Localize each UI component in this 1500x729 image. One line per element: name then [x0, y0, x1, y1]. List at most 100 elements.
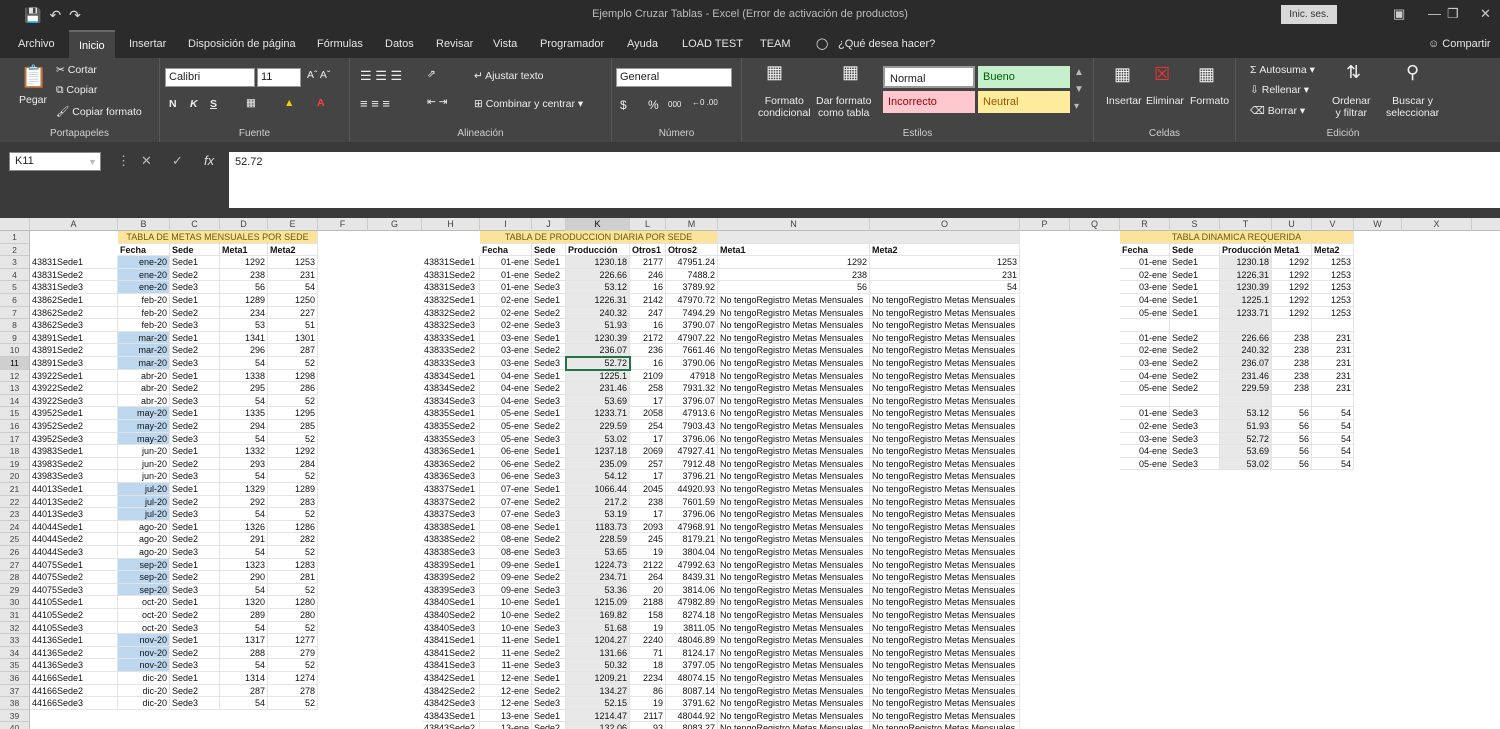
table1-date[interactable]: jun-20 [118, 445, 170, 458]
table1-meta1[interactable]: 294 [220, 420, 268, 433]
table3-meta2[interactable]: 231 [1312, 344, 1354, 357]
table1-meta2[interactable]: 1298 [268, 369, 318, 383]
table1-meta2[interactable]: 1253 [268, 256, 318, 269]
table3-date[interactable] [1120, 394, 1170, 408]
table2-sede[interactable]: Sede3 [532, 621, 566, 635]
table1-date[interactable]: ene-20 [118, 268, 170, 282]
table2-otros1[interactable]: 17 [630, 508, 666, 521]
table1-sede[interactable]: Sede3 [170, 394, 220, 408]
name-box-dropdown-icon[interactable]: ▼ [88, 157, 97, 167]
table2-key[interactable]: 43836Sede1 [422, 445, 480, 458]
table2-otros1[interactable]: 2093 [630, 520, 666, 534]
row-header[interactable]: 6 [0, 294, 30, 307]
table2-key[interactable]: 43840Sede2 [422, 609, 480, 622]
table2-key[interactable]: 43835Sede1 [422, 407, 480, 420]
table2-key[interactable]: 43842Sede1 [422, 672, 480, 685]
table3-produccion[interactable] [1220, 394, 1272, 408]
table1-meta2[interactable]: 227 [268, 306, 318, 320]
column-header-t[interactable]: T [1220, 218, 1272, 231]
currency-button[interactable]: $ [620, 98, 627, 112]
spreadsheet-grid[interactable]: ABCDEFGHIJKLMNOPQRSTUVWX 1 2 3 4 5 6 7 8 9 10 11 12… [0, 218, 1500, 729]
table1-meta2[interactable]: 52 [268, 470, 318, 483]
table3-meta1[interactable]: 1292 [1272, 256, 1312, 269]
table1-sede[interactable]: Sede1 [170, 294, 220, 307]
table2-meta1[interactable]: No tengoRegistro Metas Mensuales [718, 495, 870, 509]
table2-produccion[interactable]: 231.46 [566, 382, 630, 395]
table1-key[interactable]: 44105Sede2 [30, 609, 118, 622]
table1-header[interactable]: Sede [170, 243, 220, 257]
table2-meta1[interactable]: 238 [718, 268, 870, 282]
table3-meta1[interactable]: 1292 [1272, 281, 1312, 294]
table2-meta1[interactable]: No tengoRegistro Metas Mensuales [718, 722, 870, 729]
table2-date[interactable]: 07-ene [480, 508, 532, 521]
italic-button[interactable]: K [190, 98, 198, 110]
style-normal[interactable]: Normal [883, 66, 975, 88]
table2-meta2[interactable]: No tengoRegistro Metas Mensuales [870, 369, 1020, 383]
table2-meta2[interactable]: No tengoRegistro Metas Mensuales [870, 457, 1020, 471]
table2-meta2[interactable]: No tengoRegistro Metas Mensuales [870, 445, 1020, 458]
row-header[interactable]: 27 [0, 558, 30, 572]
table1-key[interactable]: 44105Sede1 [30, 596, 118, 609]
table2-title-extra[interactable] [718, 231, 1020, 244]
table1-meta1[interactable]: 1326 [220, 520, 268, 534]
table1-meta2[interactable]: 52 [268, 432, 318, 446]
table2-meta2[interactable]: 54 [870, 281, 1020, 294]
table2-otros2[interactable]: 3796.06 [666, 432, 718, 446]
table2-sede[interactable]: Sede1 [532, 596, 566, 609]
table2-meta2[interactable]: No tengoRegistro Metas Mensuales [870, 558, 1020, 572]
table1-date[interactable]: jul-20 [118, 495, 170, 509]
table2-key[interactable]: 43838Sede1 [422, 520, 480, 534]
table1-date[interactable]: feb-20 [118, 294, 170, 307]
table1-meta2[interactable]: 1301 [268, 331, 318, 345]
table2-meta1[interactable]: No tengoRegistro Metas Mensuales [718, 558, 870, 572]
table3-sede[interactable]: Sede1 [1170, 294, 1220, 307]
table2-date[interactable]: 05-ene [480, 420, 532, 433]
table2-otros2[interactable]: 7903.43 [666, 420, 718, 433]
table3-sede[interactable]: Sede1 [1170, 256, 1220, 269]
table1-key[interactable]: 44105Sede3 [30, 621, 118, 635]
table1-meta1[interactable]: 1289 [220, 294, 268, 307]
table3-sede[interactable]: Sede1 [1170, 281, 1220, 294]
table1-meta1[interactable]: 1335 [220, 407, 268, 420]
table2-header[interactable]: Sede [532, 243, 566, 257]
table2-sede[interactable]: Sede2 [532, 495, 566, 509]
table2-date[interactable]: 08-ene [480, 520, 532, 534]
row-header[interactable]: 40 [0, 722, 30, 729]
table2-otros1[interactable]: 17 [630, 470, 666, 483]
table3-date[interactable]: 01-ene [1120, 407, 1170, 420]
row-header[interactable]: 23 [0, 508, 30, 521]
table1-date[interactable]: jun-20 [118, 457, 170, 471]
table2-key[interactable]: 43839Sede3 [422, 583, 480, 597]
table2-key[interactable]: 43839Sede2 [422, 571, 480, 584]
column-header-x[interactable]: X [1402, 218, 1472, 231]
column-header-i[interactable]: I [480, 218, 532, 231]
table3-produccion[interactable]: 1233.71 [1220, 306, 1272, 320]
table2-otros1[interactable]: 2142 [630, 294, 666, 307]
tab-datos[interactable]: Datos [385, 30, 414, 58]
table2-sede[interactable]: Sede3 [532, 470, 566, 483]
table2-otros2[interactable]: 47968.91 [666, 520, 718, 534]
table3-produccion[interactable]: 52.72 [1220, 432, 1272, 446]
column-header-w[interactable]: W [1354, 218, 1402, 231]
table1-key[interactable]: 44166Sede1 [30, 672, 118, 685]
table2-otros1[interactable]: 254 [630, 420, 666, 433]
table3-date[interactable]: 04-ene [1120, 294, 1170, 307]
decimal-icon[interactable]: ←0 .00 [692, 98, 718, 107]
table2-sede[interactable]: Sede1 [532, 709, 566, 723]
table2-date[interactable]: 11-ene [480, 659, 532, 672]
table2-key[interactable]: 43841Sede3 [422, 659, 480, 672]
table2-otros2[interactable]: 3796.21 [666, 470, 718, 483]
table2-meta1[interactable]: No tengoRegistro Metas Mensuales [718, 571, 870, 584]
table1-date[interactable]: dic-20 [118, 697, 170, 710]
table2-produccion[interactable]: 132.06 [566, 722, 630, 729]
table1-meta1[interactable]: 288 [220, 646, 268, 660]
table1-date[interactable]: nov-20 [118, 659, 170, 672]
row-header[interactable]: 10 [0, 344, 30, 357]
row-header[interactable]: 20 [0, 470, 30, 483]
table2-sede[interactable]: Sede2 [532, 722, 566, 729]
table2-key[interactable]: 43843Sede1 [422, 709, 480, 723]
tab-vista[interactable]: Vista [493, 30, 517, 58]
table1-date[interactable]: ago-20 [118, 533, 170, 546]
table2-produccion[interactable]: 235.09 [566, 457, 630, 471]
table3-meta2[interactable]: 1253 [1312, 281, 1354, 294]
